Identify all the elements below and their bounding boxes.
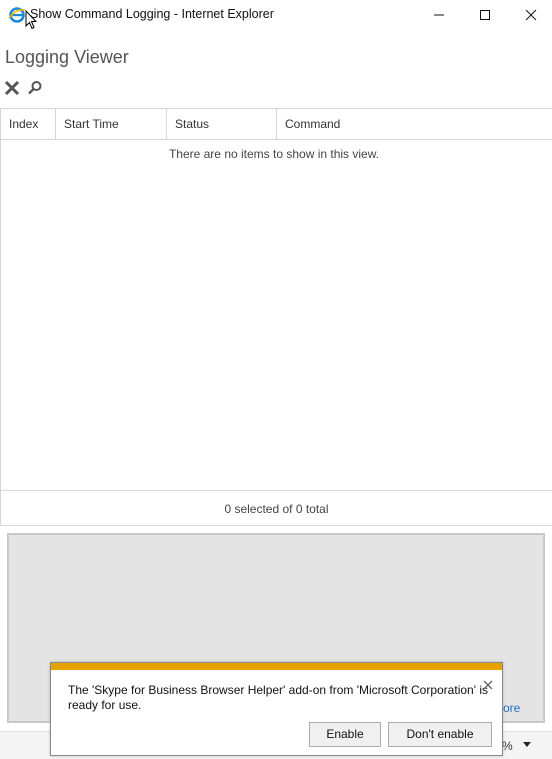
- close-icon: [483, 680, 493, 690]
- notification-close-button[interactable]: [481, 678, 495, 692]
- window-titlebar: Show Command Logging - Internet Explorer: [0, 0, 552, 30]
- more-link[interactable]: ore: [503, 701, 520, 715]
- column-header-index[interactable]: Index: [1, 109, 56, 139]
- clear-icon[interactable]: [3, 79, 21, 97]
- close-window-button[interactable]: [508, 0, 552, 30]
- column-header-command[interactable]: Command: [277, 109, 552, 139]
- enable-button[interactable]: Enable: [309, 722, 381, 747]
- chevron-down-icon[interactable]: [522, 740, 532, 748]
- column-header-start-time[interactable]: Start Time: [56, 109, 167, 139]
- maximize-icon: [480, 10, 490, 20]
- maximize-button[interactable]: [462, 0, 508, 30]
- dont-enable-button[interactable]: Don't enable: [388, 722, 492, 747]
- minimize-icon: [434, 14, 444, 16]
- addon-notification-bar: The 'Skype for Business Browser Helper' …: [50, 662, 503, 756]
- grid-header: Index Start Time Status Command: [1, 109, 552, 140]
- logging-grid: Index Start Time Status Command There ar…: [0, 108, 552, 526]
- window-title: Show Command Logging - Internet Explorer: [30, 7, 274, 21]
- search-icon[interactable]: [26, 79, 44, 97]
- column-header-status[interactable]: Status: [167, 109, 277, 139]
- mouse-cursor-icon: [25, 10, 37, 30]
- page-title: Logging Viewer: [5, 47, 129, 67]
- notification-message: The 'Skype for Business Browser Helper' …: [68, 683, 488, 712]
- internet-explorer-icon: [8, 7, 26, 23]
- minimize-button[interactable]: [416, 0, 462, 30]
- notification-accent: [51, 663, 502, 670]
- zoom-level[interactable]: %: [502, 739, 513, 753]
- close-icon: [525, 9, 537, 21]
- selection-count: 0 selected of 0 total: [1, 490, 552, 526]
- empty-list-message: There are no items to show in this view.: [168, 147, 380, 161]
